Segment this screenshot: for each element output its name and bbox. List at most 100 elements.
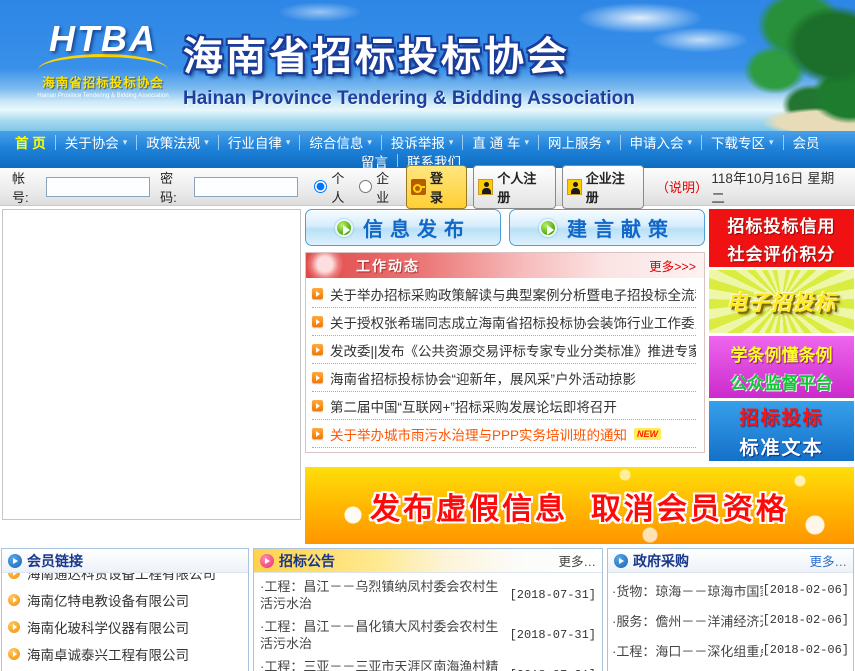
gov-item-date: [2018-02-06] bbox=[763, 583, 849, 597]
member-link-item[interactable]: 海南亿特电教设备有限公司 bbox=[8, 586, 242, 613]
member-link-item[interactable]: 海南通达科贸设备工程有限公司 bbox=[8, 573, 242, 586]
banner-line: 社会评价积分 bbox=[709, 240, 854, 265]
news-item[interactable]: 关于举办招标采购政策解读与典型案例分析暨电子招投标全流程操作 bbox=[312, 280, 696, 308]
arrow-bullet-icon bbox=[312, 428, 323, 439]
banner-line: 招标投标信用 bbox=[709, 212, 854, 237]
arrow-bullet-icon bbox=[8, 621, 20, 633]
news-item-title: 关于举办招标采购政策解读与典型案例分析暨电子招投标全流程操作 bbox=[330, 284, 696, 304]
news-item[interactable]: 关于授权张希瑞同志成立海南省招标投标协会装饰行业工作委员会的 bbox=[312, 308, 696, 336]
member-links-title: 会员链接 bbox=[27, 551, 83, 571]
gov-item[interactable]: ·货物：琼海－－琼海市国家基 [2018-02-06] bbox=[612, 575, 849, 605]
palm-trees-image bbox=[625, 0, 855, 131]
standard-documents-banner[interactable]: 招标投标 标准文本 bbox=[709, 401, 854, 461]
main-right-area: 信息发布 建言献策 工作动态 更多>>> bbox=[305, 209, 854, 544]
news-item[interactable]: 第二届中国“互联网+”招标采购发展论坛即将召开 bbox=[312, 392, 696, 420]
gov-item[interactable]: ·工程：海口－－深化组重点改 [2018-02-06] bbox=[612, 635, 849, 665]
nav-item-home[interactable]: 首 页 bbox=[6, 135, 56, 150]
tenders-list: ·工程：昌江－－乌烈镇纳凤村委会农村生活污水治 [2018-07-31] ·工程… bbox=[254, 573, 602, 671]
chevron-down-icon: ▾ bbox=[204, 137, 209, 148]
tenders-more-link[interactable]: 更多… bbox=[558, 551, 596, 570]
member-link-item[interactable]: 海南省水利水电建筑安装公司 bbox=[8, 667, 242, 671]
news-item-title: 发改委||发布《公共资源交易评标专家专业分类标准》推进专家全 bbox=[330, 340, 696, 360]
member-link-item[interactable]: 海南化玻科学仪器有限公司 bbox=[8, 613, 242, 640]
public-supervision-banner[interactable]: 学条例懂条例 公众监督平台 bbox=[709, 336, 854, 398]
nav-item-complaints[interactable]: 投诉举报▾ bbox=[382, 135, 464, 150]
tender-item[interactable]: ·工程：三亚－－三亚市天涯区南海渔村精品街区改 [2018-07-31] bbox=[258, 655, 598, 671]
member-link-label: 海南化玻科学仪器有限公司 bbox=[27, 617, 189, 637]
nav-item-express[interactable]: 直 通 车▾ bbox=[463, 135, 539, 150]
personal-register-button[interactable]: 个人注册 bbox=[473, 165, 555, 209]
account-input[interactable] bbox=[46, 177, 150, 197]
member-links-header: 会员链接 bbox=[2, 549, 248, 573]
bottom-panels: 会员链接 海南通达科贸设备工程有限公司 海南亿特电教设备有限公司 海南化玻科学仪… bbox=[0, 548, 855, 671]
site-title-block: 海南省招标投标协会 Hainan Province Tendering & Bi… bbox=[183, 24, 613, 110]
note-link[interactable]: （说明） bbox=[656, 177, 705, 196]
nav-label: 网上服务 bbox=[548, 132, 602, 152]
site-banner: HTBA 海南省招标投标协会 Hainan Province Tendering… bbox=[0, 0, 855, 131]
news-item[interactable]: 发改委||发布《公共资源交易评标专家专业分类标准》推进专家全 bbox=[312, 336, 696, 364]
work-news-title: 工作动态 bbox=[356, 256, 420, 276]
nav-item-policies[interactable]: 政策法规 ▾ bbox=[137, 135, 219, 150]
banner-line: 招标投标 bbox=[709, 403, 854, 430]
play-icon bbox=[539, 219, 557, 237]
gov-item-title: ·服务：儋州－－洋浦经济开发 bbox=[612, 611, 763, 630]
government-procurement-panel: 政府采购 更多… ·货物：琼海－－琼海市国家基 [2018-02-06] ·服务… bbox=[607, 548, 854, 671]
nav-item-about[interactable]: 关于协会▾ bbox=[56, 135, 138, 150]
nav-item-downloads[interactable]: 下载专区▾ bbox=[702, 135, 784, 150]
nav-item-info[interactable]: 综合信息▾ bbox=[300, 135, 382, 150]
enterprise-register-label: 企业注册 bbox=[586, 168, 635, 206]
site-title-chinese: 海南省招标投标协会 bbox=[183, 24, 613, 82]
radio-personal[interactable] bbox=[314, 180, 327, 193]
work-news-more-link[interactable]: 更多>>> bbox=[649, 256, 696, 275]
nav-label: 政策法规 bbox=[146, 132, 200, 152]
warning-banner-text: 发布虚假信息 取消会员资格 bbox=[370, 484, 789, 528]
gov-more-link[interactable]: 更多… bbox=[809, 551, 847, 570]
news-item[interactable]: 海南省招标投标协会“迎新年，展风采”户外活动掠影 bbox=[312, 364, 696, 392]
nav-item-self-discipline[interactable]: 行业自律▾ bbox=[219, 135, 301, 150]
radio-enterprise[interactable] bbox=[359, 180, 372, 193]
circle-arrow-icon bbox=[614, 554, 628, 568]
chevron-down-icon: ▾ bbox=[524, 137, 529, 148]
member-link-label: 海南卓诚泰兴工程有限公司 bbox=[27, 644, 189, 664]
user-type-radios: 个人 企业 bbox=[314, 168, 400, 206]
suggestions-button[interactable]: 建言献策 bbox=[509, 209, 705, 246]
account-label: 帐号: bbox=[12, 168, 40, 206]
login-button[interactable]: 登 录 bbox=[406, 165, 467, 209]
image-slider-placeholder bbox=[2, 209, 301, 520]
chevron-down-icon: ▾ bbox=[688, 137, 693, 148]
gov-item[interactable]: ·服务：儋州－－洋浦经济开发 [2018-02-06] bbox=[612, 605, 849, 635]
work-news-panel: 工作动态 更多>>> 关于举办招标采购政策解读与典型案例分析暨电子招投标全流程操… bbox=[305, 252, 705, 453]
personal-register-label: 个人注册 bbox=[497, 168, 546, 206]
arrow-bullet-icon bbox=[312, 372, 323, 383]
enterprise-register-button[interactable]: 企业注册 bbox=[562, 165, 644, 209]
nav-item-online-services[interactable]: 网上服务▾ bbox=[539, 135, 621, 150]
password-input[interactable] bbox=[194, 177, 298, 197]
info-release-button[interactable]: 信息发布 bbox=[305, 209, 501, 246]
tender-item-title: ·工程：昌江－－昌化镇大风村委会农村生活污水治 bbox=[260, 618, 506, 652]
nav-item-member-messages-part2[interactable]: 留言 bbox=[352, 154, 398, 167]
nav-item-member-messages-part1[interactable]: 会员 bbox=[784, 135, 829, 150]
nav-label: 综合信息 bbox=[309, 132, 363, 152]
person-icon bbox=[478, 179, 493, 195]
false-information-warning-banner[interactable]: 发布虚假信息 取消会员资格 bbox=[305, 467, 854, 544]
news-item-new[interactable]: 关于举办城市雨污水治理与PPP实务培训班的通知 NEW bbox=[312, 420, 696, 448]
member-link-item[interactable]: 海南卓诚泰兴工程有限公司 bbox=[8, 640, 242, 667]
gov-item-title: ·货物：琼海－－琼海市国家基 bbox=[612, 581, 763, 600]
password-label: 密码: bbox=[160, 168, 188, 206]
arrow-bullet-icon bbox=[312, 344, 323, 355]
member-link-label: 海南亿特电教设备有限公司 bbox=[27, 590, 189, 610]
tender-item[interactable]: ·工程：昌江－－乌烈镇纳凤村委会农村生活污水治 [2018-07-31] bbox=[258, 575, 598, 615]
nav-item-membership-application[interactable]: 申请入会▾ bbox=[621, 135, 703, 150]
quick-buttons-row: 信息发布 建言献策 bbox=[305, 209, 705, 246]
nav-label: 下载专区 bbox=[711, 132, 765, 152]
tender-item-date: [2018-07-31] bbox=[510, 588, 596, 602]
chevron-down-icon: ▾ bbox=[449, 137, 454, 148]
circle-arrow-icon bbox=[260, 554, 274, 568]
credit-score-banner[interactable]: 招标投标信用 社会评价积分 bbox=[709, 209, 854, 267]
tender-item[interactable]: ·工程：昌江－－昌化镇大风村委会农村生活污水治 [2018-07-31] bbox=[258, 615, 598, 655]
government-procurement-title: 政府采购 bbox=[633, 551, 689, 571]
banner-line: 标准文本 bbox=[709, 433, 854, 460]
e-tendering-banner[interactable]: 电子招投标 bbox=[709, 270, 854, 333]
gov-item[interactable]: ·货物：海口－－总氮、总磷在 [2017-12-27] bbox=[612, 665, 849, 671]
member-links-panel: 会员链接 海南通达科贸设备工程有限公司 海南亿特电教设备有限公司 海南化玻科学仪… bbox=[1, 548, 249, 671]
